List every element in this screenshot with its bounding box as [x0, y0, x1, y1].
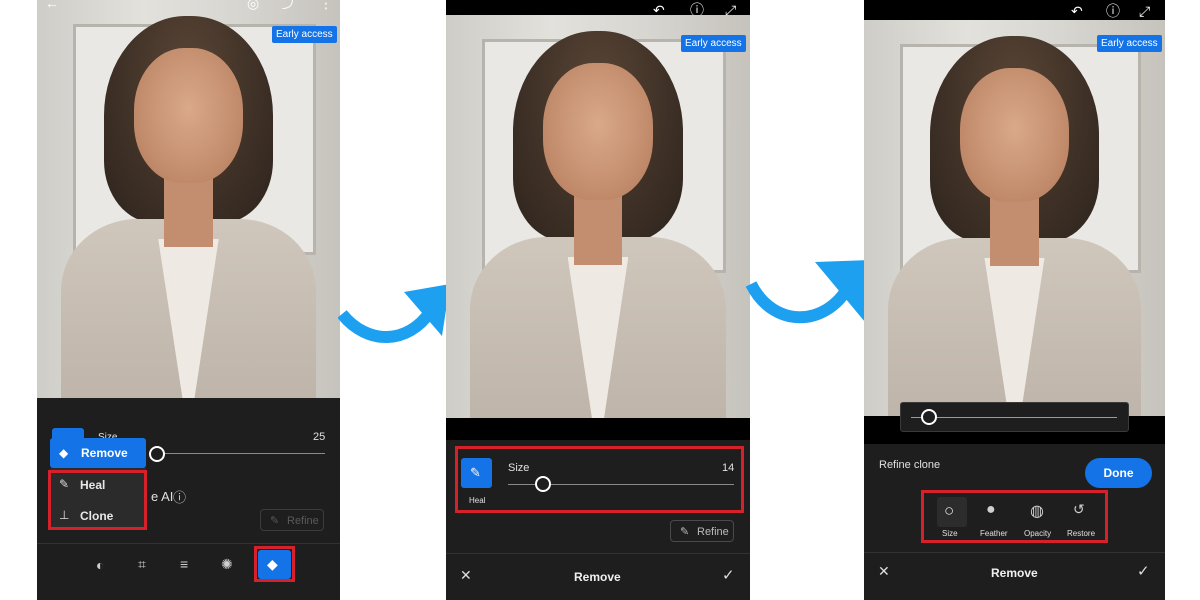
- portrait-photo: [864, 20, 1165, 416]
- expand-icon[interactable]: ⤢: [1139, 4, 1150, 18]
- generative-ai-label: e AI: [151, 489, 174, 504]
- done-button[interactable]: Done: [1085, 458, 1152, 488]
- early-access-badge: Early access: [272, 26, 337, 43]
- size-value: 25: [313, 431, 326, 443]
- arrow-icon: [745, 260, 871, 324]
- footer-title: Remove: [574, 570, 621, 584]
- remove-menu-item[interactable]: ◆ Remove: [50, 438, 146, 468]
- back-icon[interactable]: ←: [45, 0, 59, 10]
- arrow-icon: [338, 284, 450, 343]
- help-icon[interactable]: ⓘ: [1106, 4, 1120, 18]
- check-icon[interactable]: ✓: [722, 566, 735, 584]
- divider: [864, 552, 1165, 553]
- refine-clone-title: Refine clone: [879, 459, 941, 471]
- share-icon[interactable]: ⤴: [282, 0, 296, 10]
- screen-3: ↶ ⓘ ⤢ Early access Refine clone Done ○ ●…: [864, 0, 1165, 600]
- size-slider[interactable]: [157, 453, 325, 454]
- refine-options-highlight: [921, 490, 1108, 543]
- close-icon[interactable]: ✕: [878, 563, 890, 580]
- heal-size-highlight: [455, 446, 744, 513]
- refine-label: Refine: [287, 515, 319, 527]
- top-bar: [446, 0, 750, 15]
- remove-label: Remove: [81, 446, 128, 460]
- check-icon[interactable]: ✓: [1137, 562, 1150, 580]
- slider-track[interactable]: [911, 417, 1117, 418]
- slider-thumb[interactable]: [921, 409, 937, 425]
- floating-slider[interactable]: [900, 402, 1129, 432]
- eraser-icon: ◆: [59, 446, 69, 460]
- pencil-icon: ✎: [270, 515, 280, 527]
- remove-tool-highlight: [254, 546, 295, 582]
- size-slider-thumb[interactable]: [149, 446, 165, 462]
- undo-icon[interactable]: ↶: [1071, 4, 1083, 18]
- portrait-photo: [446, 15, 750, 418]
- info-icon[interactable]: ⓘ: [173, 487, 186, 506]
- pencil-icon: ✎: [680, 526, 690, 538]
- early-access-badge: Early access: [1097, 35, 1162, 52]
- adjust-icon[interactable]: ≡: [180, 556, 188, 572]
- close-icon[interactable]: ✕: [460, 567, 472, 584]
- footer-title: Remove: [991, 566, 1038, 580]
- more-icon[interactable]: ⋮: [319, 0, 333, 10]
- divider: [446, 553, 750, 554]
- screen-1: ← ◎ ⤴ ⋮ Early access Size 25 ◆ Remove ✎ …: [37, 0, 340, 600]
- heal-clone-highlight: [48, 470, 147, 530]
- divider: [37, 543, 340, 544]
- screen-2: ↶ ⓘ ⤢ Early access ✎ Heal Size 14 ✎ Refi…: [446, 0, 750, 600]
- refine-button[interactable]: ✎ Refine: [260, 509, 324, 531]
- blend-icon[interactable]: ◐: [96, 557, 104, 573]
- refine-label: Refine: [697, 526, 729, 538]
- portrait-photo: [37, 0, 340, 398]
- early-access-badge: Early access: [681, 35, 746, 52]
- effects-icon[interactable]: ✺: [221, 556, 233, 573]
- done-label: Done: [1103, 466, 1134, 480]
- help-icon[interactable]: ◎: [247, 0, 259, 10]
- refine-button[interactable]: ✎ Refine: [670, 520, 734, 542]
- crop-icon[interactable]: ⌗: [138, 556, 146, 573]
